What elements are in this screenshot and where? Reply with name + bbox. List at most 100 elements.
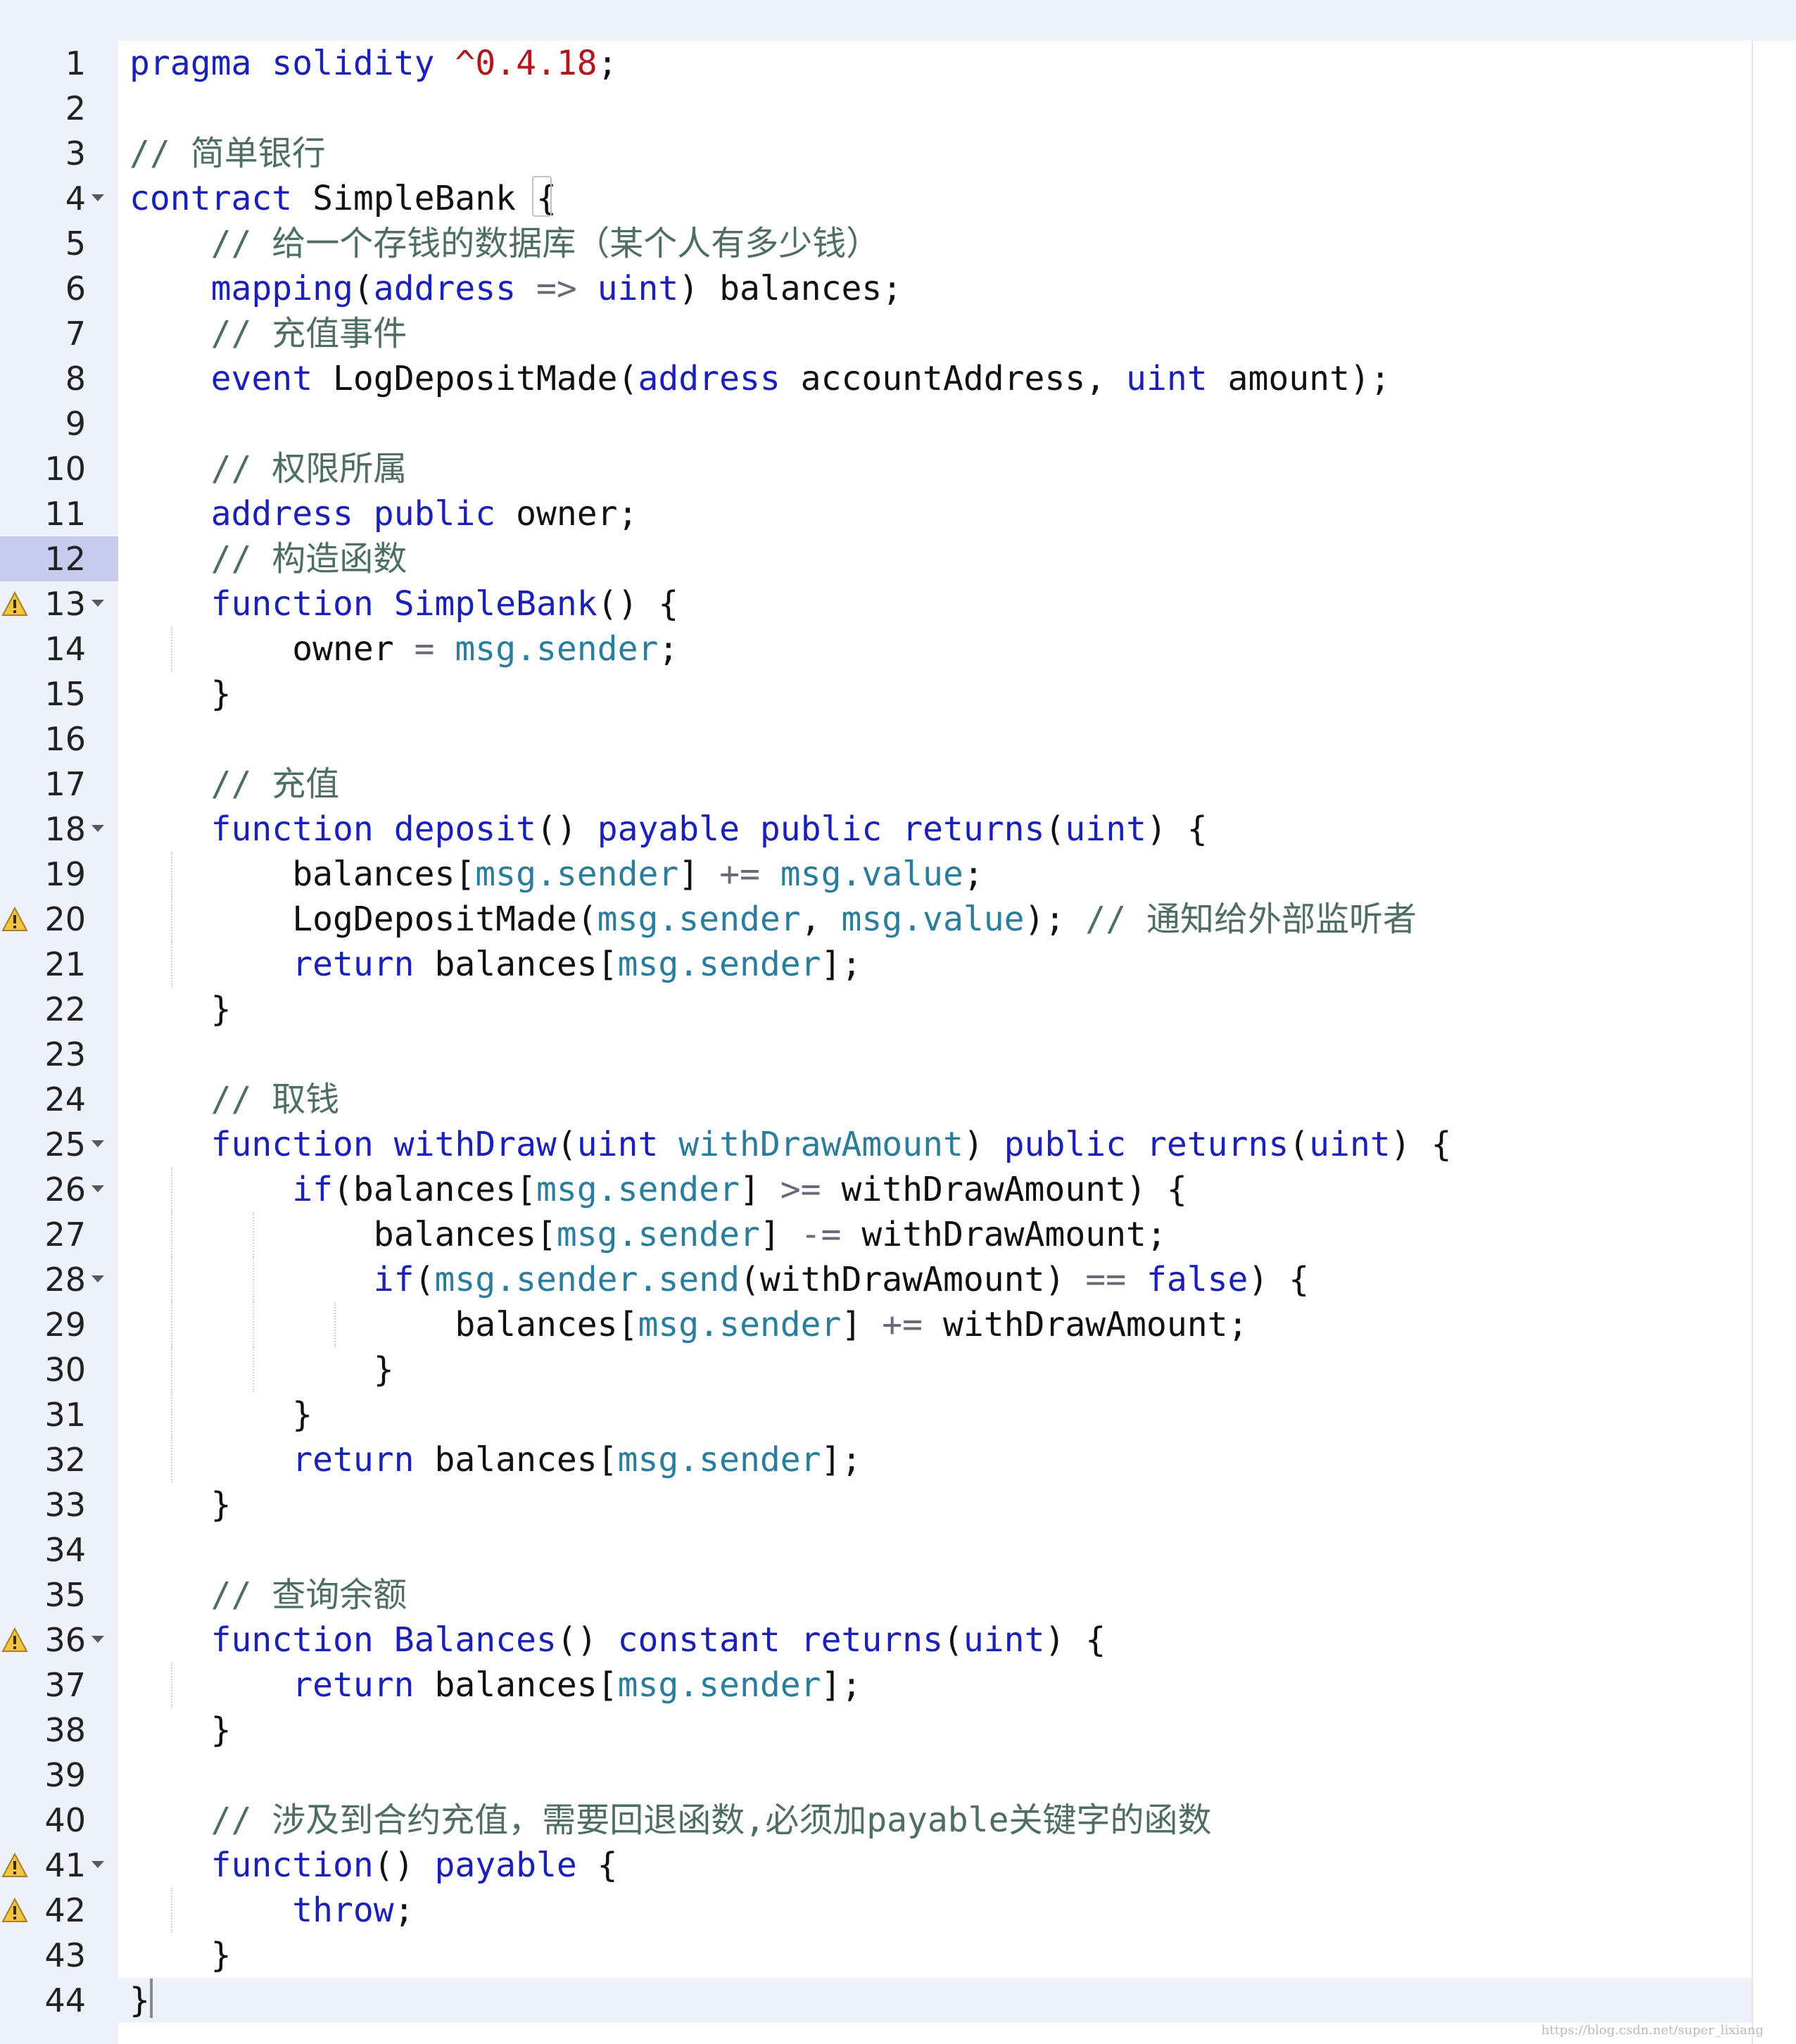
code-line[interactable]: 38 } xyxy=(0,1708,1796,1753)
fold-arrow-icon[interactable] xyxy=(91,1275,104,1282)
code-line[interactable]: 40 // 涉及到合约充值，需要回退函数,必须加payable关键字的函数 xyxy=(0,1798,1796,1843)
code-line[interactable]: 41 function() payable { xyxy=(0,1843,1796,1888)
code-cell[interactable]: address public owner; xyxy=(118,491,1752,536)
code-cell[interactable]: return balances[msg.sender]; xyxy=(118,1663,1752,1708)
code-line[interactable]: 44} xyxy=(0,1978,1796,2023)
code-cell[interactable]: } xyxy=(118,1978,1752,2023)
code-line[interactable]: 11 address public owner; xyxy=(0,491,1796,536)
code-line[interactable]: 9 xyxy=(0,401,1796,446)
code-cell[interactable]: if(balances[msg.sender] >= withDrawAmoun… xyxy=(118,1167,1752,1212)
code-cell[interactable]: event LogDepositMade(address accountAddr… xyxy=(118,356,1752,401)
code-cell[interactable]: function SimpleBank() { xyxy=(118,581,1752,626)
code-cell[interactable]: if(msg.sender.send(withDrawAmount) == fa… xyxy=(118,1257,1752,1302)
code-editor[interactable]: 1 pragma solidity ^0.4.18; 2 3// 简单银行 4 contr… xyxy=(0,0,1796,2044)
code-cell[interactable]: } xyxy=(118,1933,1752,1978)
fold-arrow-icon[interactable] xyxy=(91,825,104,832)
code-line[interactable]: 7 // 充值事件 xyxy=(0,311,1796,356)
code-cell[interactable]: throw; xyxy=(118,1888,1752,1933)
code-line[interactable]: 29 balances[msg.sender] += withDrawAmoun… xyxy=(0,1302,1796,1347)
code-line[interactable]: 24 // 取钱 xyxy=(0,1077,1796,1122)
code-line[interactable]: 23 xyxy=(0,1032,1796,1077)
code-line[interactable]: 36 function Balances() constant returns(… xyxy=(0,1617,1796,1663)
code-line[interactable]: 10 // 权限所属 xyxy=(0,446,1796,491)
code-cell[interactable]: balances[msg.sender] += withDrawAmount; xyxy=(118,1302,1752,1347)
fold-arrow-icon[interactable] xyxy=(91,1636,104,1643)
fold-arrow-icon[interactable] xyxy=(91,1861,104,1868)
code-cell[interactable] xyxy=(118,1032,1752,1077)
fold-arrow-icon[interactable] xyxy=(91,600,104,607)
code-line[interactable]: 16 xyxy=(0,717,1796,762)
fold-arrow-icon[interactable] xyxy=(91,194,104,201)
code-line[interactable]: 6 mapping(address => uint) balances; xyxy=(0,266,1796,311)
code-cell[interactable]: owner = msg.sender; xyxy=(118,626,1752,671)
code-line[interactable]: 37 return balances[msg.sender]; xyxy=(0,1663,1796,1708)
code-line[interactable]: 28 if(msg.sender.send(withDrawAmount) ==… xyxy=(0,1257,1796,1302)
code-line[interactable]: 39 xyxy=(0,1753,1796,1798)
code-line[interactable]: 15 } xyxy=(0,671,1796,717)
code-line[interactable]: 19 balances[msg.sender] += msg.value; xyxy=(0,852,1796,897)
fold-arrow-icon[interactable] xyxy=(91,1140,104,1147)
code-cell[interactable]: function Balances() constant returns(uin… xyxy=(118,1617,1752,1663)
code-cell[interactable]: // 涉及到合约充值，需要回退函数,必须加payable关键字的函数 xyxy=(118,1798,1752,1843)
code-line[interactable]: 22 } xyxy=(0,987,1796,1032)
code-cell[interactable]: // 给一个存钱的数据库（某个人有多少钱） xyxy=(118,221,1752,266)
code-cell[interactable] xyxy=(118,401,1752,446)
code-cell[interactable]: // 构造函数 xyxy=(118,536,1752,581)
code-line[interactable]: 2 xyxy=(0,86,1796,131)
code-line[interactable]: 43 } xyxy=(0,1933,1796,1978)
code-area[interactable]: 1 pragma solidity ^0.4.18; 2 3// 简单银行 4 contr… xyxy=(0,41,1796,2023)
code-line[interactable]: 30 } xyxy=(0,1347,1796,1392)
code-line[interactable]: 18 function deposit() payable public ret… xyxy=(0,807,1796,852)
code-line[interactable]: 14 owner = msg.sender; xyxy=(0,626,1796,671)
code-cell[interactable] xyxy=(118,717,1752,762)
fold-arrow-icon[interactable] xyxy=(91,1185,104,1192)
code-cell[interactable]: return balances[msg.sender]; xyxy=(118,1437,1752,1482)
code-line[interactable]: 1 pragma solidity ^0.4.18; xyxy=(0,41,1796,86)
code-line[interactable]: 35 // 查询余额 xyxy=(0,1572,1796,1617)
code-cell[interactable]: // 充值 xyxy=(118,762,1752,807)
code-cell[interactable]: // 取钱 xyxy=(118,1077,1752,1122)
code-line[interactable]: 42 throw; xyxy=(0,1888,1796,1933)
code-cell[interactable]: return balances[msg.sender]; xyxy=(118,942,1752,987)
code-cell[interactable]: // 简单银行 xyxy=(118,131,1752,176)
code-line[interactable]: 21 return balances[msg.sender]; xyxy=(0,942,1796,987)
code-cell[interactable]: LogDepositMade(msg.sender, msg.value); /… xyxy=(118,897,1752,942)
code-cell[interactable]: function withDraw(uint withDrawAmount) p… xyxy=(118,1122,1752,1167)
code-line[interactable]: 3 // 简单银行 xyxy=(0,131,1796,176)
code-line[interactable]: 31 } xyxy=(0,1392,1796,1437)
code-line[interactable]: 17 // 充值 xyxy=(0,762,1796,807)
code-line[interactable]: 25 function withDraw(uint withDrawAmount… xyxy=(0,1122,1796,1167)
code-cell[interactable]: function() payable { xyxy=(118,1843,1752,1888)
code-cell[interactable]: contract SimpleBank { xyxy=(118,176,1752,221)
code-line[interactable]: 20 LogDepositMade(msg.sender, msg.value)… xyxy=(0,897,1796,942)
code-cell[interactable]: } xyxy=(118,671,1752,717)
code-cell[interactable]: } xyxy=(118,1708,1752,1753)
code-line[interactable]: 34 xyxy=(0,1527,1796,1572)
code-line[interactable]: 4 contract SimpleBank { xyxy=(0,176,1796,221)
gutter-cell: 3 xyxy=(0,131,118,176)
code-cell[interactable]: pragma solidity ^0.4.18; xyxy=(118,41,1752,86)
code-cell[interactable]: // 充值事件 xyxy=(118,311,1752,356)
code-cell[interactable]: } xyxy=(118,1482,1752,1527)
code-line[interactable]: 5 // 给一个存钱的数据库（某个人有多少钱） xyxy=(0,221,1796,266)
code-line[interactable]: 33 } xyxy=(0,1482,1796,1527)
code-line[interactable]: 13 function SimpleBank() { xyxy=(0,581,1796,626)
code-line[interactable]: 8 event LogDepositMade(address accountAd… xyxy=(0,356,1796,401)
code-line[interactable]: 32 return balances[msg.sender]; xyxy=(0,1437,1796,1482)
code-cell[interactable]: } xyxy=(118,987,1752,1032)
code-cell[interactable]: balances[msg.sender] -= withDrawAmount; xyxy=(118,1212,1752,1257)
code-cell[interactable] xyxy=(118,1527,1752,1572)
code-cell[interactable] xyxy=(118,86,1752,131)
code-line[interactable]: 26 if(balances[msg.sender] >= withDrawAm… xyxy=(0,1167,1796,1212)
code-cell[interactable]: balances[msg.sender] += msg.value; xyxy=(118,852,1752,897)
code-cell[interactable]: } xyxy=(118,1392,1752,1437)
code-line[interactable]: 12 // 构造函数 xyxy=(0,536,1796,581)
code-line[interactable]: 27 balances[msg.sender] -= withDrawAmoun… xyxy=(0,1212,1796,1257)
code-cell[interactable] xyxy=(118,1753,1752,1798)
code-cell[interactable]: } xyxy=(118,1347,1752,1392)
code-cell[interactable]: mapping(address => uint) balances; xyxy=(118,266,1752,311)
code-cell[interactable]: // 查询余额 xyxy=(118,1572,1752,1617)
code-text: if(msg.sender.send(withDrawAmount) == fa… xyxy=(129,1260,1309,1299)
code-cell[interactable]: function deposit() payable public return… xyxy=(118,807,1752,852)
code-cell[interactable]: // 权限所属 xyxy=(118,446,1752,491)
